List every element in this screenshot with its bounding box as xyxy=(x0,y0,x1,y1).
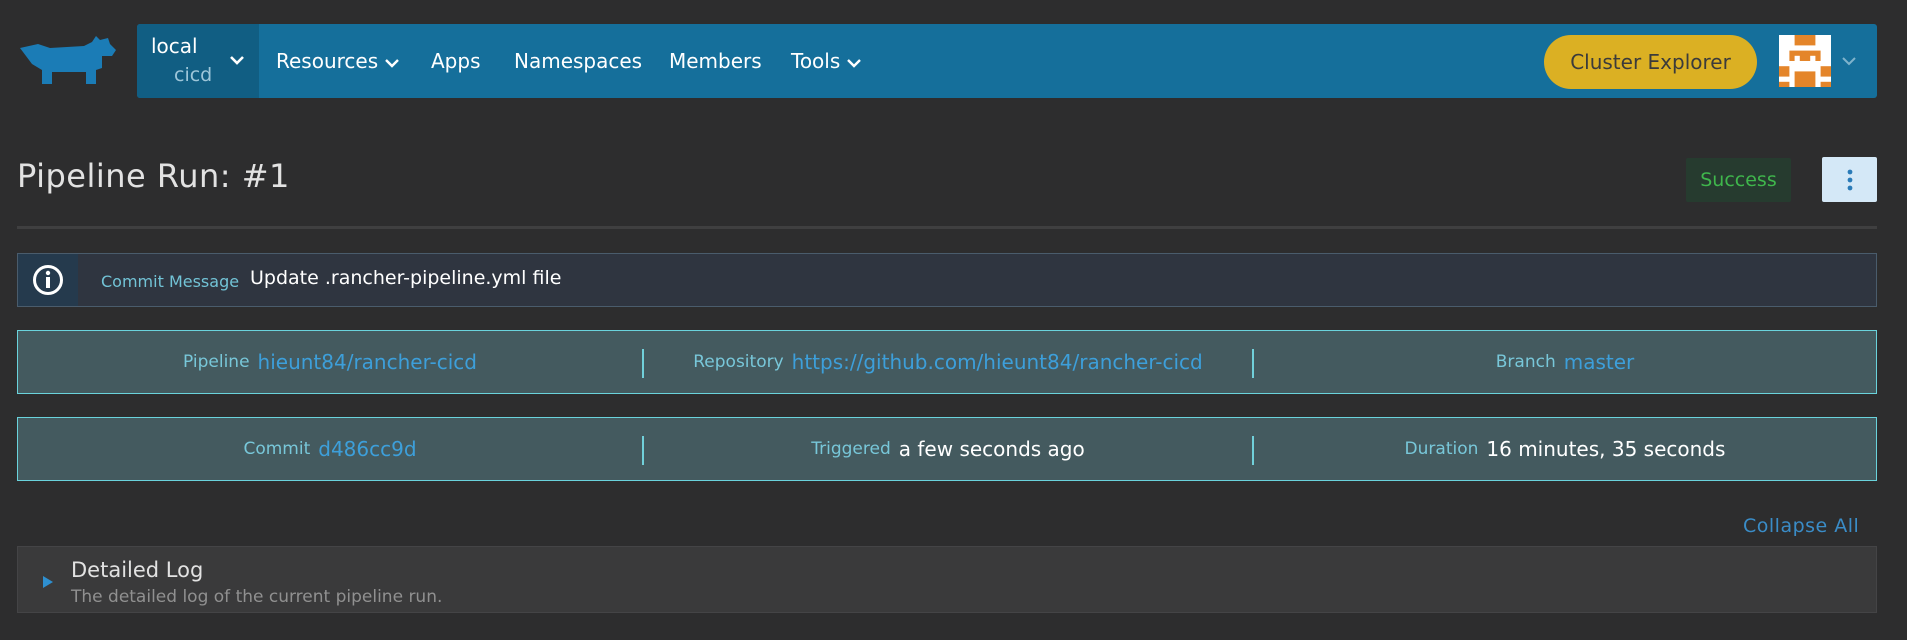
nav-members[interactable]: Members xyxy=(669,49,762,73)
cluster-name: local xyxy=(151,34,198,58)
commit-cell: Commit d486cc9d xyxy=(18,418,642,480)
cluster-project-switcher[interactable]: local cicd xyxy=(137,24,259,98)
chevron-down-icon xyxy=(847,58,862,68)
page-title: Pipeline Run: #1 xyxy=(17,157,290,195)
cluster-explorer-button[interactable]: Cluster Explorer xyxy=(1544,35,1757,89)
pipeline-cell: Pipeline hieunt84/rancher-cicd xyxy=(18,331,642,393)
pipeline-link[interactable]: hieunt84/rancher-cicd xyxy=(258,350,477,374)
repository-cell: Repository https://github.com/hieunt84/r… xyxy=(644,331,1252,393)
caret-right-icon[interactable] xyxy=(42,575,54,589)
nav-tools-label: Tools xyxy=(791,49,841,73)
branch-link[interactable]: master xyxy=(1564,350,1635,374)
chevron-down-icon xyxy=(385,58,399,68)
commit-message-text: Update .rancher-pipeline.yml file xyxy=(250,267,562,289)
commit-message-banner: Commit Message Update .rancher-pipeline.… xyxy=(17,253,1877,307)
vertical-ellipsis-icon xyxy=(1847,169,1852,190)
pipeline-label: Pipeline xyxy=(183,352,250,372)
info-icon xyxy=(33,265,63,295)
detailed-log-panel[interactable]: Detailed Log The detailed log of the cur… xyxy=(17,546,1877,613)
run-info-box: Commit d486cc9d Triggered a few seconds … xyxy=(17,417,1877,481)
chevron-down-icon xyxy=(230,56,244,65)
detailed-log-description: The detailed log of the current pipeline… xyxy=(71,587,443,607)
commit-message-label: Commit Message xyxy=(101,272,240,291)
top-navigation-bar: local cicd Resources Apps Namespaces Mem… xyxy=(137,24,1877,98)
duration-value: 16 minutes, 35 seconds xyxy=(1486,437,1726,461)
detailed-log-title: Detailed Log xyxy=(71,558,204,582)
commit-link[interactable]: d486cc9d xyxy=(318,437,416,461)
title-divider xyxy=(17,226,1877,229)
triggered-label: Triggered xyxy=(811,439,891,459)
chevron-down-icon[interactable] xyxy=(1841,53,1857,69)
nav-tools[interactable]: Tools xyxy=(791,49,862,73)
status-badge: Success xyxy=(1686,158,1791,202)
duration-cell: Duration 16 minutes, 35 seconds xyxy=(1254,418,1876,480)
nav-apps[interactable]: Apps xyxy=(431,49,481,73)
nav-namespaces[interactable]: Namespaces xyxy=(514,49,642,73)
collapse-all-link[interactable]: Collapse All xyxy=(1743,515,1859,537)
triggered-value: a few seconds ago xyxy=(898,437,1085,461)
branch-label: Branch xyxy=(1495,352,1556,372)
repository-link[interactable]: https://github.com/hieunt84/rancher-cicd xyxy=(792,350,1203,374)
rancher-logo-icon[interactable] xyxy=(16,34,120,88)
more-actions-button[interactable] xyxy=(1822,157,1877,202)
pipeline-info-box: Pipeline hieunt84/rancher-cicd Repositor… xyxy=(17,330,1877,394)
nav-resources[interactable]: Resources xyxy=(276,49,400,73)
project-name: cicd xyxy=(174,64,213,86)
nav-resources-label: Resources xyxy=(276,49,379,73)
info-icon-box xyxy=(18,254,78,306)
triggered-cell: Triggered a few seconds ago xyxy=(644,418,1252,480)
commit-label: Commit xyxy=(243,439,311,459)
user-avatar-icon[interactable] xyxy=(1779,35,1831,87)
duration-label: Duration xyxy=(1404,439,1479,459)
branch-cell: Branch master xyxy=(1254,331,1876,393)
repository-label: Repository xyxy=(693,352,784,372)
